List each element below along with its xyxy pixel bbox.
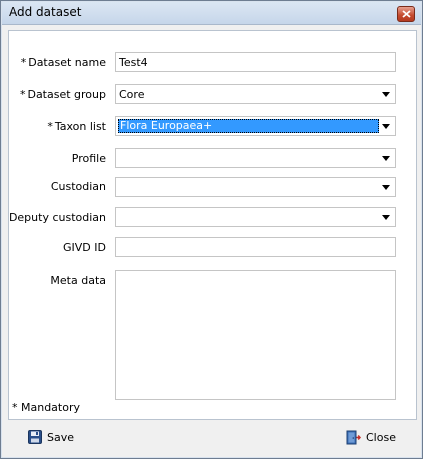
taxon-list-dropdown-arrow-icon[interactable]: [382, 124, 390, 129]
floppy-disk-icon: [28, 430, 42, 444]
custodian-dropdown-arrow-icon[interactable]: [382, 185, 390, 190]
close-x-icon: [401, 10, 411, 18]
profile-dropdown-arrow-icon[interactable]: [382, 156, 390, 161]
profile-select[interactable]: [115, 148, 396, 168]
dataset-group-select[interactable]: Core: [115, 84, 396, 104]
deputy-custodian-dropdown-arrow-icon[interactable]: [382, 215, 390, 220]
dataset-name-label: * Dataset name: [20, 56, 106, 69]
window-close-button[interactable]: [397, 6, 415, 22]
dialog-footer: Save Close: [8, 418, 415, 455]
dataset-group-value: Core: [119, 88, 145, 101]
meta-data-textarea[interactable]: [115, 270, 396, 400]
givd-id-input[interactable]: [115, 237, 396, 257]
save-label: Save: [47, 430, 75, 444]
dialog-window: Add dataset * Dataset name Test4 * Dataset…: [0, 0, 423, 459]
window-title: Add dataset: [9, 5, 82, 19]
close-button[interactable]: Close: [346, 428, 396, 446]
dataset-name-value: Test4: [119, 56, 148, 69]
custodian-label: Custodian: [50, 180, 106, 193]
deputy-custodian-select[interactable]: [115, 207, 396, 227]
title-bar[interactable]: Add dataset: [2, 2, 421, 25]
taxon-list-value: Flora Europaea+: [120, 119, 213, 132]
close-label: Close: [366, 430, 396, 444]
dataset-name-input[interactable]: Test4: [115, 52, 396, 72]
custodian-select[interactable]: [115, 177, 396, 197]
dataset-group-dropdown-arrow-icon[interactable]: [382, 92, 390, 97]
dataset-group-label: * Dataset group: [19, 88, 106, 101]
save-button[interactable]: Save: [28, 428, 74, 446]
close-door-icon: [346, 430, 361, 444]
taxon-list-select[interactable]: Flora Europaea+: [115, 116, 396, 136]
taxon-list-label: * Taxon list: [47, 120, 106, 133]
meta-data-label: Meta data: [50, 274, 106, 287]
givd-id-label: GIVD ID: [63, 241, 106, 254]
mandatory-note: * Mandatory: [12, 401, 81, 414]
profile-label: Profile: [71, 152, 106, 165]
deputy-custodian-label: Deputy custodian: [8, 211, 106, 224]
form-panel: * Dataset name Test4 * Dataset group Core …: [8, 30, 417, 420]
